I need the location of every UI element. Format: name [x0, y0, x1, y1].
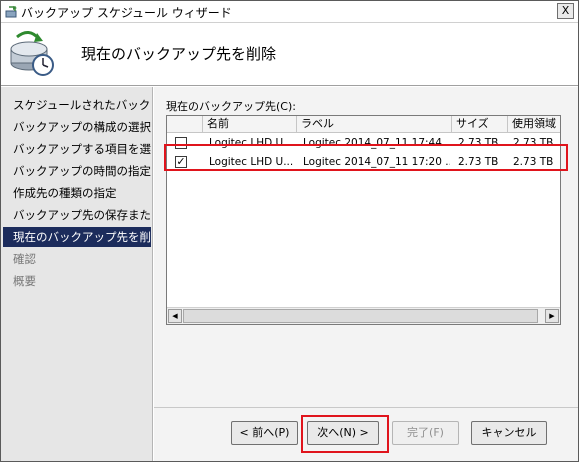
close-button[interactable]: X: [557, 3, 574, 19]
window-title: バックアップ スケジュール ウィザード: [21, 6, 232, 20]
list-row[interactable]: ✓ Logitec LHD U... Logitec 2014_07_11 17…: [167, 153, 560, 172]
cancel-button[interactable]: キャンセル: [471, 421, 547, 445]
step-scheduled-backup[interactable]: スケジュールされたバックア...: [3, 95, 151, 115]
finish-button: 完了(F): [392, 421, 459, 445]
row-checkbox[interactable]: [175, 137, 187, 149]
row-label: Logitec 2014_07_11 17:44 ...: [303, 137, 450, 149]
column-header-size[interactable]: サイズ: [452, 116, 508, 133]
main-panel: 現在のバックアップ先(C): 名前 ラベル サイズ 使用領域 Logitec L…: [154, 87, 578, 461]
backup-schedule-icon: [10, 31, 54, 76]
scroll-left-icon[interactable]: ◀: [168, 309, 182, 323]
back-button[interactable]: < 前へ(P): [231, 421, 298, 445]
destinations-label: 現在のバックアップ先(C):: [166, 100, 296, 113]
next-button[interactable]: 次へ(N) >: [307, 421, 379, 445]
column-header-used[interactable]: 使用領域: [508, 116, 560, 133]
step-confirm: 確認: [13, 252, 36, 266]
column-header-check[interactable]: [167, 116, 203, 133]
column-header-name[interactable]: 名前: [203, 116, 297, 133]
step-backup-config[interactable]: バックアップの構成の選択: [3, 117, 151, 137]
wizard-window: バックアップ スケジュール ウィザード X 現在のバックアップ先を削除 スケジュ…: [0, 0, 579, 462]
title-bar: バックアップ スケジュール ウィザード X: [1, 1, 578, 23]
step-remove-destination[interactable]: 現在のバックアップ先を削...: [3, 227, 151, 247]
step-summary: 概要: [13, 274, 36, 288]
step-backup-time[interactable]: バックアップの時間の指定: [3, 161, 151, 181]
horizontal-scrollbar[interactable]: ◀ ▶: [167, 307, 560, 324]
destinations-list[interactable]: 名前 ラベル サイズ 使用領域 Logitec LHD U... Logitec…: [166, 115, 561, 325]
scrollbar-thumb[interactable]: [183, 309, 538, 323]
row-size: 2.73 TB: [458, 137, 499, 149]
step-select-items[interactable]: バックアップする項目を選...: [3, 139, 151, 159]
backup-app-icon: [5, 6, 17, 18]
row-size: 2.73 TB: [458, 156, 499, 168]
scroll-right-icon[interactable]: ▶: [545, 309, 559, 323]
row-checkbox[interactable]: ✓: [175, 156, 187, 168]
page-title: 現在のバックアップ先を削除: [81, 45, 277, 63]
step-keep-destination[interactable]: バックアップ先の保存また...: [3, 205, 151, 225]
row-used: 2.73 TB: [513, 156, 554, 168]
row-name: Logitec LHD U...: [209, 156, 294, 168]
column-header-label[interactable]: ラベル: [297, 116, 452, 133]
step-navigation: スケジュールされたバックア... バックアップの構成の選択 バックアップする項目…: [1, 87, 153, 461]
wizard-header: 現在のバックアップ先を削除: [1, 23, 578, 86]
step-destination-type[interactable]: 作成先の種類の指定: [3, 183, 151, 203]
row-label: Logitec 2014_07_11 17:20 ...: [303, 156, 450, 168]
list-row[interactable]: Logitec LHD U... Logitec 2014_07_11 17:4…: [167, 134, 560, 153]
row-name: Logitec LHD U...: [209, 137, 294, 149]
row-used: 2.73 TB: [513, 137, 554, 149]
button-separator: [154, 407, 578, 408]
